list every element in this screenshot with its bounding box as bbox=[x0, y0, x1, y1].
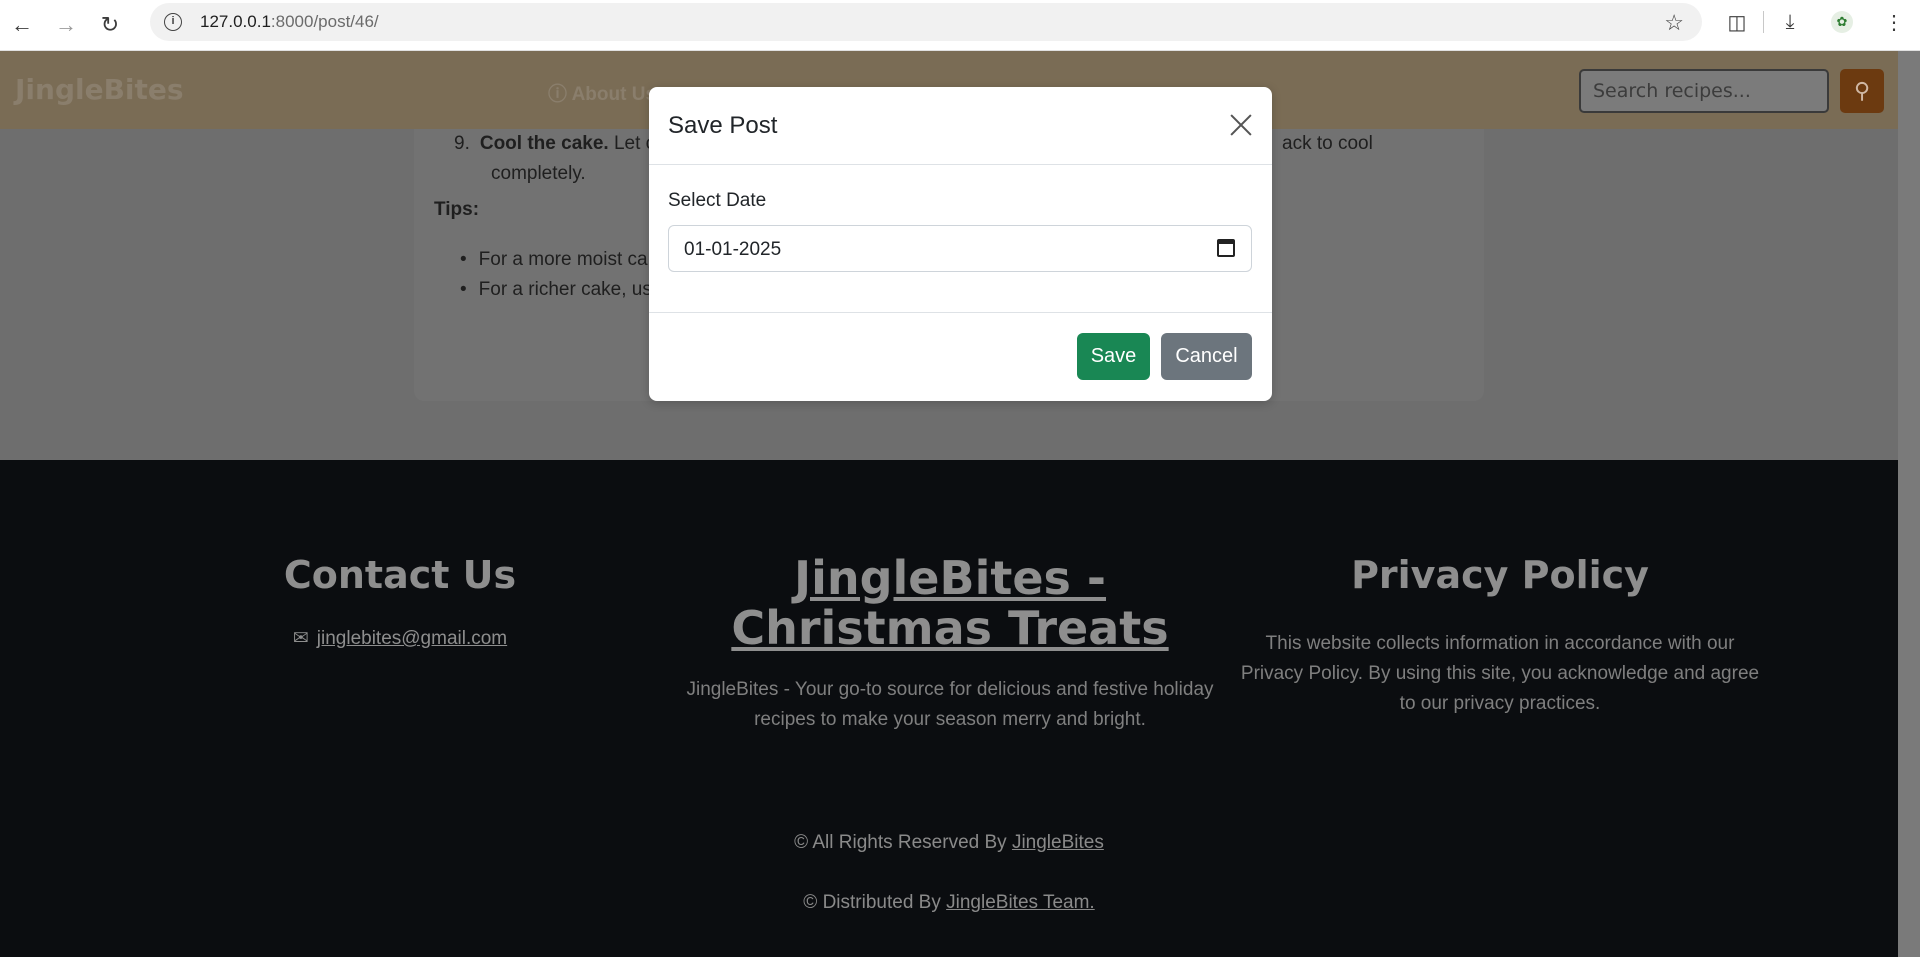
cancel-button[interactable]: Cancel bbox=[1161, 333, 1252, 380]
modal-title: Save Post bbox=[668, 112, 778, 139]
calendar-icon[interactable] bbox=[1217, 239, 1235, 257]
contact-heading: Contact Us bbox=[283, 553, 517, 597]
footer-brand-heading[interactable]: JingleBites - Christmas Treats bbox=[680, 553, 1220, 653]
tips-heading: Tips: bbox=[434, 199, 480, 220]
privacy-heading: Privacy Policy bbox=[1351, 553, 1649, 597]
date-field[interactable]: 01-01-2025 bbox=[668, 225, 1252, 272]
footer-brand: JingleBites - Christmas Treats JingleBit… bbox=[680, 553, 1220, 735]
menu-kebab-icon[interactable]: ⋮ bbox=[1868, 10, 1920, 35]
site-info-icon[interactable]: i bbox=[164, 13, 182, 31]
list-item: For a richer cake, us bbox=[454, 275, 652, 305]
navbar-brand[interactable]: JingleBites bbox=[15, 73, 184, 106]
list-item: For a more moist ca bbox=[454, 245, 652, 275]
extensions-icon[interactable]: ◫ bbox=[1711, 10, 1763, 35]
search-icon[interactable]: ⚲ bbox=[1840, 69, 1884, 113]
rights-link[interactable]: JingleBites bbox=[1012, 832, 1104, 853]
footer-privacy: Privacy Policy This website collects inf… bbox=[1240, 553, 1760, 719]
url-text: 127.0.0.1:8000/post/46/ bbox=[200, 12, 379, 31]
date-label: Select Date bbox=[668, 190, 767, 211]
footer-brand-text: JingleBites - Your go-to source for deli… bbox=[686, 679, 1214, 730]
copyright-rights: © All Rights Reserved By JingleBites bbox=[794, 832, 1104, 853]
browser-toolbar: ← → ↻ i 127.0.0.1:8000/post/46/ ☆ ◫ ⤓ ✿ … bbox=[0, 0, 1920, 51]
envelope-icon: ✉ bbox=[292, 628, 309, 649]
footer-contact: Contact Us ✉ jinglebites@gmail.com bbox=[200, 553, 600, 650]
modal-footer: Save Cancel bbox=[649, 313, 1272, 399]
site-footer: Contact Us ✉ jinglebites@gmail.com Jingle… bbox=[0, 460, 1898, 957]
browser-actions: ◫ ⤓ ✿ ⋮ bbox=[1711, 0, 1920, 44]
profile-avatar-icon[interactable]: ✿ bbox=[1831, 11, 1853, 33]
search-input[interactable]: Search recipes... bbox=[1579, 69, 1829, 113]
privacy-text: This website collects information in acc… bbox=[1240, 633, 1760, 714]
forward-icon[interactable]: → bbox=[44, 5, 88, 45]
address-bar[interactable]: i 127.0.0.1:8000/post/46/ ☆ bbox=[150, 3, 1702, 41]
tips-list: For a more moist ca For a richer cake, u… bbox=[454, 245, 652, 305]
date-value: 01-01-2025 bbox=[684, 239, 782, 260]
email-link[interactable]: ✉ jinglebites@gmail.com bbox=[200, 627, 600, 650]
copyright-distributed: © Distributed By JingleBites Team. bbox=[803, 892, 1095, 913]
modal-header: Save Post bbox=[649, 87, 1272, 165]
modal-body: Select Date 01-01-2025 bbox=[649, 165, 1272, 313]
distributed-link[interactable]: JingleBites Team. bbox=[946, 892, 1095, 913]
nav-about-us[interactable]: ⓘ About Us bbox=[548, 79, 656, 106]
back-icon[interactable]: ← bbox=[0, 5, 44, 45]
save-post-modal: Save Post Select Date 01-01-2025 Save Ca… bbox=[649, 87, 1272, 401]
page-scrollbar[interactable] bbox=[1898, 51, 1920, 957]
download-icon[interactable]: ⤓ bbox=[1764, 11, 1816, 34]
reload-icon[interactable]: ↻ bbox=[88, 5, 132, 45]
close-icon[interactable] bbox=[1226, 109, 1256, 139]
bookmark-star-icon[interactable]: ☆ bbox=[1664, 10, 1684, 36]
save-button[interactable]: Save bbox=[1077, 333, 1150, 380]
